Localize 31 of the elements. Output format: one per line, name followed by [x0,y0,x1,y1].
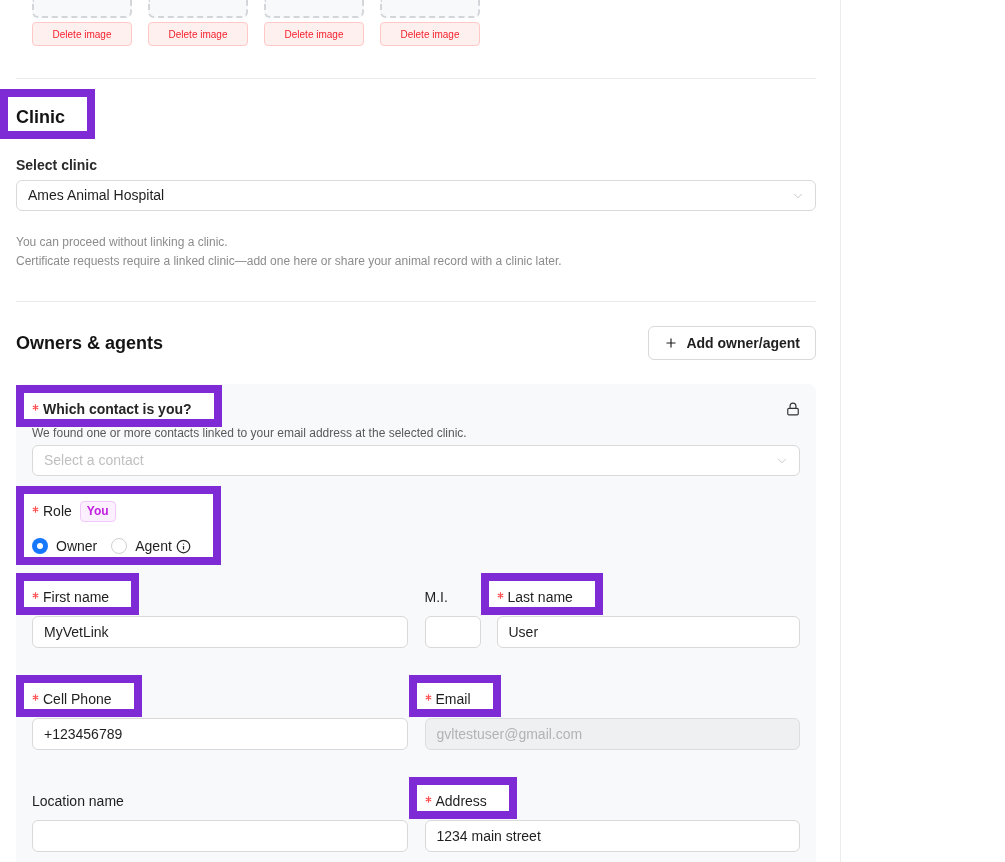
field-label: M.I. [424,588,448,607]
field-label: Which contact is you? [43,400,192,419]
delete-image-button[interactable]: Delete image [148,22,248,46]
help-text: You can proceed without linking a clinic. [16,234,229,251]
delete-image-button[interactable]: Delete image [32,22,132,46]
text-input[interactable]: 1234 main street [424,820,800,852]
delete-image-button[interactable]: Delete image [380,22,480,46]
field-label: First name [43,588,110,607]
text-input[interactable]: MyVetLink [32,616,408,648]
section-title: Owners & agents [16,332,164,355]
plus-icon [664,336,679,350]
field-label: Role [43,502,72,521]
clinic-select[interactable]: Ames Animal Hospital [16,180,816,211]
text-input[interactable]: +123456789 [32,718,408,750]
radio-option[interactable]: Owner [32,535,98,557]
tag: You [79,500,116,522]
field-label: Last name [507,588,573,607]
delete-image-button[interactable]: Delete image [264,22,364,46]
text-input[interactable] [424,616,481,648]
field-label: Select clinic [16,156,98,175]
text-input[interactable]: User [496,616,800,648]
help-text: Certificate requests require a linked clinic—add one here or share your animal record with a clinic later. [16,253,563,270]
radio-option[interactable]: Agent [111,535,191,557]
field-label: Cell Phone [43,690,112,709]
field-label: Email [435,690,471,709]
text-input[interactable] [32,820,408,852]
section-title: Clinic [16,106,65,129]
add-owner-button[interactable]: Add owner/agent [648,326,816,360]
field-label: Location name [32,792,124,811]
help-text: We found one or more contacts linked to your email address at the selected clinic. [32,425,468,442]
field-label: Address [435,792,487,811]
